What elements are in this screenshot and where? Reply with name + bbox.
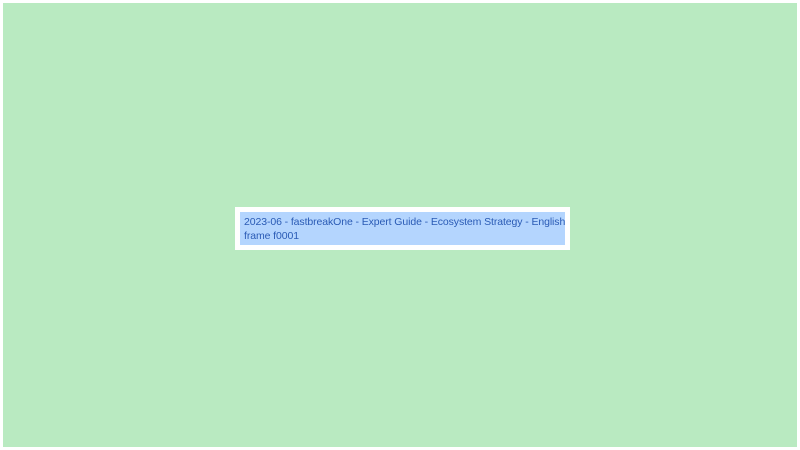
selected-caption-text[interactable]: 2023-06 - fastbreakOne - Expert Guide - … (240, 212, 565, 245)
caption-box: 2023-06 - fastbreakOne - Expert Guide - … (235, 207, 570, 250)
caption-title-line: 2023-06 - fastbreakOne - Expert Guide - … (244, 216, 566, 228)
caption-frame-line: frame f0001 (244, 230, 299, 242)
video-frame: 2023-06 - fastbreakOne - Expert Guide - … (3, 3, 797, 447)
